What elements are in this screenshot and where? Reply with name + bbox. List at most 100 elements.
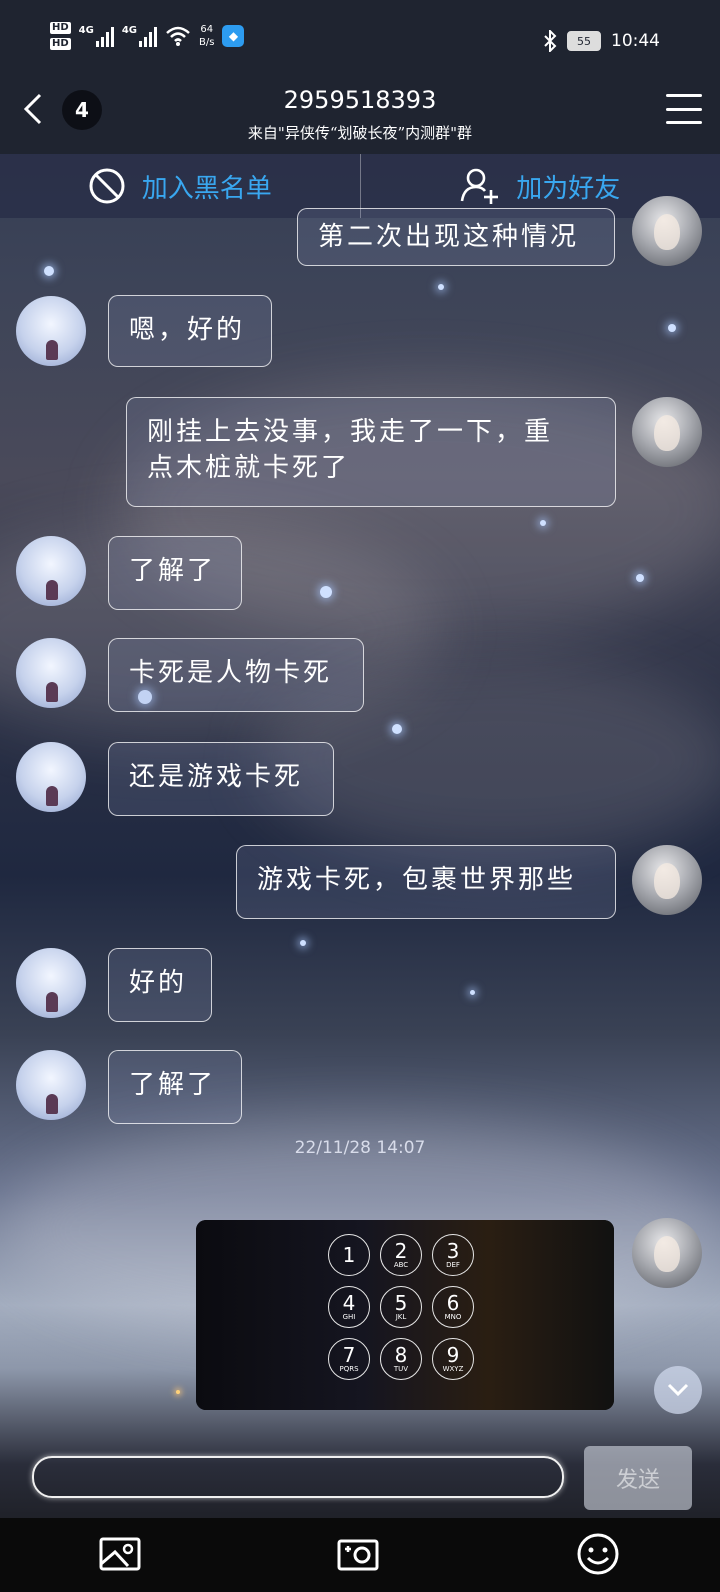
star	[540, 520, 546, 526]
message-bubble[interactable]: 了解了	[108, 1050, 242, 1124]
signal-icon	[139, 25, 158, 47]
message-bubble[interactable]: 还是游戏卡死	[108, 742, 334, 816]
status-bar: HD HD 4G 4G 64 B/s ◆ 55 10:44	[0, 0, 720, 84]
clock: 10:44	[611, 31, 660, 51]
keypad-digit: 9	[446, 1343, 460, 1367]
keypad-key-1: 1	[328, 1234, 370, 1276]
sender-avatar[interactable]	[16, 296, 86, 366]
message-bubble[interactable]: 了解了	[108, 536, 242, 610]
add-friend-label: 加为好友	[516, 173, 621, 204]
bluetooth-icon	[544, 30, 557, 52]
keypad-key-4: 4 GHI	[328, 1286, 370, 1328]
menu-icon[interactable]	[666, 94, 702, 124]
hd-indicator: HD HD	[50, 22, 71, 50]
keypad-key-3: 3 DEF	[432, 1234, 474, 1276]
keypad-letters: GHI	[342, 1313, 356, 1321]
hd1-label: HD	[50, 22, 71, 34]
net-speed-value: 64	[200, 24, 214, 35]
keypad-letters: MNO	[444, 1313, 462, 1321]
emoji-icon[interactable]	[576, 1532, 620, 1576]
message-text: 还是游戏卡死	[129, 762, 304, 792]
keypad-key-6: 6 MNO	[432, 1286, 474, 1328]
keypad-digit: 7	[342, 1343, 356, 1367]
message-bubble[interactable]: 刚挂上去没事，我走了一下，重 点木桩就卡死了	[126, 397, 616, 507]
battery-icon: 55	[567, 31, 601, 51]
keypad-letters: PQRS	[339, 1365, 359, 1373]
keypad-key-7: 7 PQRS	[328, 1338, 370, 1380]
light	[176, 1390, 180, 1394]
net-speed: 64 B/s	[199, 23, 214, 49]
message-input[interactable]	[32, 1456, 564, 1498]
star	[44, 266, 54, 276]
image-message[interactable]: 1 2 ABC 3 DEF 4 GHI 5 JKL 6 MNO 7 PQRS 8 TUV 9 WXYZ	[196, 1220, 614, 1410]
add-user-icon	[460, 168, 499, 204]
star	[470, 990, 475, 995]
sim2-label: 4G	[121, 25, 138, 36]
net-speed-unit: B/s	[199, 37, 215, 48]
chevron-down-icon	[667, 1383, 689, 1397]
message-text-line: 刚挂上去没事，我走了一下，重	[147, 417, 554, 447]
app-notification-icon: ◆	[222, 25, 245, 47]
star	[392, 724, 402, 734]
sender-avatar[interactable]	[16, 742, 86, 812]
block-icon	[89, 168, 125, 204]
message-text: 了解了	[129, 556, 217, 586]
chat-header: 4 2959518393 来自"异侠传“划破长夜”内测群"群	[0, 84, 720, 154]
keypad-letters: DEF	[446, 1261, 460, 1269]
star	[320, 586, 332, 598]
keypad-digit: 3	[446, 1239, 460, 1263]
signal-icon	[95, 25, 114, 47]
sim1-label: 4G	[78, 25, 94, 36]
chat-subtitle: 来自"异侠传“划破长夜”内测群"群	[247, 124, 473, 142]
keypad-letters: WXYZ	[442, 1365, 464, 1373]
message-bubble[interactable]: 嗯，好的	[108, 295, 272, 367]
my-avatar[interactable]	[632, 196, 702, 266]
my-avatar[interactable]	[632, 845, 702, 915]
keypad-key-2: 2 ABC	[380, 1234, 422, 1276]
message-text: 好的	[129, 968, 188, 998]
bottom-toolbar	[0, 1518, 720, 1592]
keypad-letters: ABC	[393, 1261, 409, 1269]
message-bubble[interactable]: 第二次出现这种情况	[297, 208, 615, 266]
message-text: 嗯，好的	[129, 315, 246, 345]
keypad-letters: JKL	[395, 1313, 407, 1321]
star	[300, 940, 306, 946]
sim2-signal: 4G	[121, 25, 158, 47]
sim1-signal: 4G	[79, 25, 114, 47]
blacklist-label: 加入黑名单	[141, 173, 272, 204]
keypad-key-8: 8 TUV	[380, 1338, 422, 1380]
sender-avatar[interactable]	[16, 638, 86, 708]
sender-avatar[interactable]	[16, 948, 86, 1018]
keypad-letters: TUV	[393, 1365, 409, 1373]
message-bubble[interactable]: 好的	[108, 948, 212, 1022]
keypad-key-5: 5 JKL	[380, 1286, 422, 1328]
image-picker-icon[interactable]	[98, 1532, 142, 1576]
sender-avatar[interactable]	[16, 536, 86, 606]
message-bubble[interactable]: 卡死是人物卡死	[108, 638, 364, 712]
keypad-digit: 4	[342, 1291, 356, 1315]
keypad-digit: 6	[446, 1291, 460, 1315]
message-bubble[interactable]: 游戏卡死，包裹世界那些	[236, 845, 616, 919]
keypad-digit: 8	[394, 1343, 408, 1367]
keypad-key-9: 9 WXYZ	[432, 1338, 474, 1380]
star	[438, 284, 444, 290]
message-text: 第二次出现这种情况	[318, 222, 580, 252]
message-text: 了解了	[129, 1070, 217, 1100]
battery-level: 55	[577, 34, 591, 48]
send-button[interactable]: 发送	[584, 1446, 692, 1510]
hd2-label: HD	[50, 38, 71, 50]
scroll-down-button[interactable]	[654, 1366, 702, 1414]
message-timestamp: 22/11/28 14:07	[294, 1138, 426, 1158]
camera-icon[interactable]	[336, 1532, 380, 1576]
wifi-icon	[166, 26, 190, 46]
sender-avatar[interactable]	[16, 1050, 86, 1120]
my-avatar[interactable]	[632, 397, 702, 467]
message-text-line: 点木桩就卡死了	[147, 453, 351, 483]
my-avatar[interactable]	[632, 1218, 702, 1288]
message-text: 卡死是人物卡死	[129, 658, 333, 688]
keypad-digit: 1	[342, 1243, 356, 1267]
keypad-digit: 5	[394, 1291, 408, 1315]
message-text: 游戏卡死，包裹世界那些	[257, 865, 577, 895]
star	[668, 324, 676, 332]
keypad-digit: 2	[394, 1239, 408, 1263]
